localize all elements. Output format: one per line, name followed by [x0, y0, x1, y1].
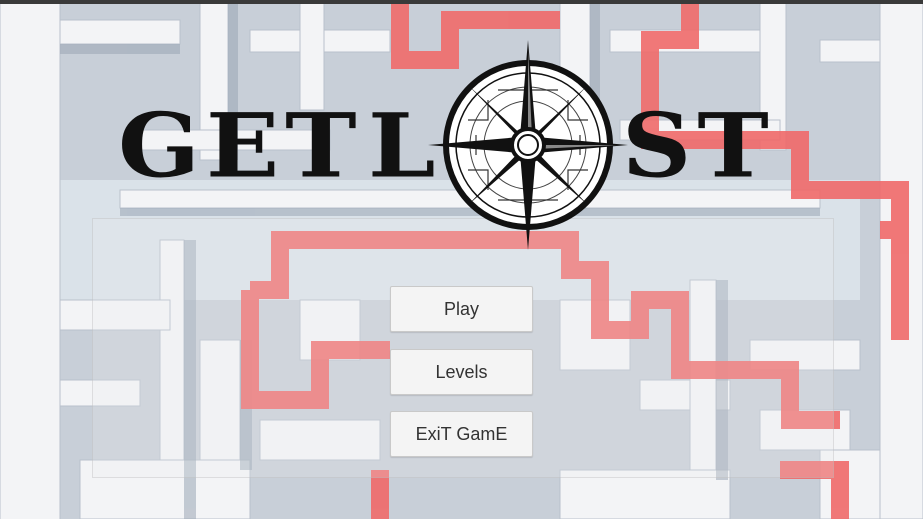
- compass-rose-icon: [428, 40, 628, 250]
- play-button[interactable]: Play: [390, 286, 533, 332]
- title-text-get: GET: [118, 93, 363, 198]
- title-text-st: ST: [622, 93, 775, 198]
- game-logo: GET L ST: [110, 40, 770, 250]
- levels-button[interactable]: Levels: [390, 349, 533, 395]
- exit-game-button[interactable]: ExiT GamE: [390, 411, 533, 457]
- window-top-border: [0, 0, 923, 4]
